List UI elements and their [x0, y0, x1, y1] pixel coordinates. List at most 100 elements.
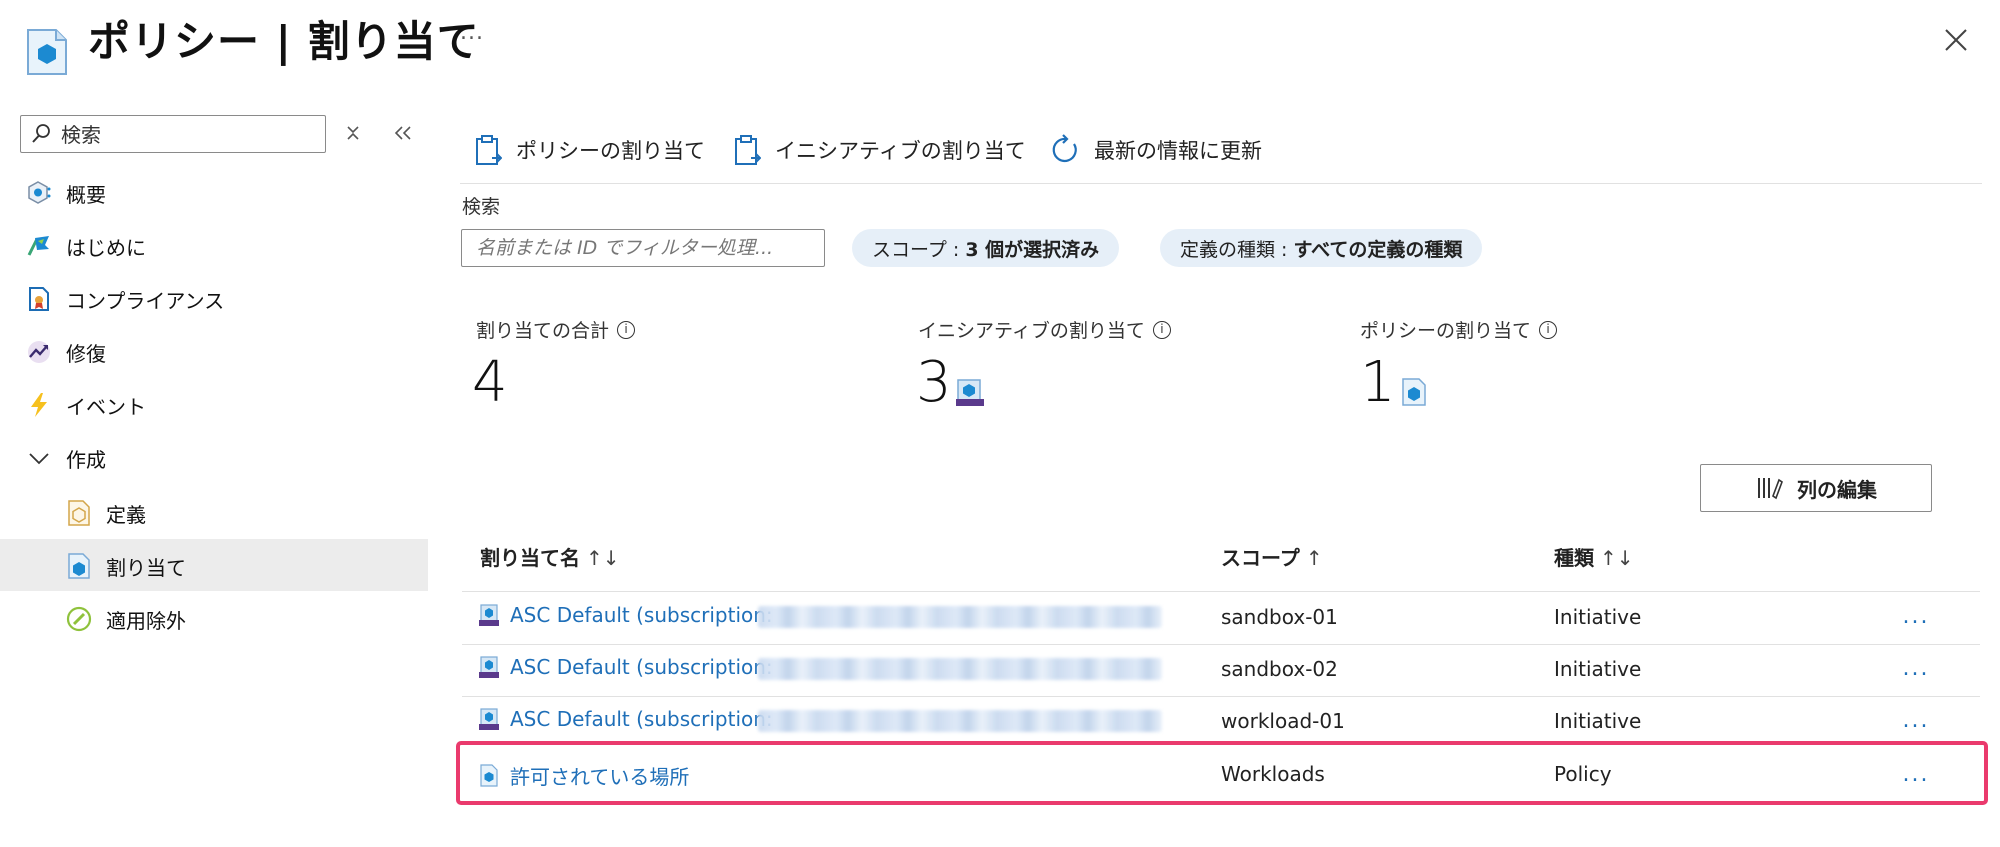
- sort-icon: ↑↓: [586, 546, 620, 570]
- total-assignments-text: 割り当ての合計: [476, 320, 610, 342]
- assignment-scope: sandbox-01: [1221, 605, 1338, 629]
- policy-assignments-value: 1: [1360, 350, 1396, 415]
- total-assignments-value: 4: [472, 350, 508, 415]
- row-more-button[interactable]: ...: [1898, 710, 1934, 736]
- clipboard-icon: [735, 135, 761, 165]
- edit-columns-button[interactable]: 列の編集: [1700, 464, 1932, 512]
- sort-ascending-icon: ↑: [1305, 546, 1323, 570]
- policy-icon: [480, 763, 498, 787]
- sidebar-item-label: 適用除外: [106, 609, 186, 633]
- sidebar-item-remediation[interactable]: 修復: [0, 325, 428, 377]
- getting-started-icon: [27, 236, 49, 256]
- info-icon[interactable]: i: [1152, 320, 1171, 339]
- initiative-icon: [956, 379, 984, 406]
- assignment-scope: workload-01: [1221, 709, 1345, 733]
- sidebar-item-compliance[interactable]: コンプライアンス: [0, 272, 428, 324]
- close-icon[interactable]: [1940, 24, 1972, 56]
- column-header-type[interactable]: 種類 ↑↓: [1554, 542, 1634, 571]
- initiative-icon: [479, 708, 499, 730]
- policy-icon: [1402, 378, 1426, 406]
- sidebar-item-label: 作成: [66, 448, 106, 472]
- definition-type-filter-pill[interactable]: 定義の種類 : すべての定義の種類: [1160, 229, 1483, 267]
- assignment-type: Initiative: [1554, 657, 1642, 681]
- assignment-name: 許可されている場所: [510, 765, 690, 789]
- assign-initiative-button[interactable]: イニシアティブの割り当て: [733, 130, 1026, 170]
- compliance-icon: [29, 287, 49, 311]
- table-row-name-link[interactable]: ASC Default (subscription:: [478, 655, 773, 679]
- definitions-icon: [68, 500, 90, 526]
- assign-initiative-label: イニシアティブの割り当て: [775, 139, 1026, 163]
- sidebar-item-exemptions[interactable]: 適用除外: [0, 592, 428, 644]
- assignment-type: Initiative: [1554, 709, 1642, 733]
- sidebar-item-label: イベント: [66, 395, 146, 419]
- remediation-icon: [28, 341, 50, 363]
- sidebar-item-getting-started[interactable]: はじめに: [0, 219, 428, 271]
- total-assignments-label: 割り当ての合計 i: [476, 316, 636, 343]
- page-title: ポリシー | 割り当て: [88, 17, 480, 66]
- filter-label: 検索: [462, 196, 501, 218]
- initiative-assignments-value: 3: [916, 350, 952, 415]
- clipboard-icon: [476, 135, 502, 165]
- table-divider: [462, 644, 1980, 645]
- overview-icon: [28, 181, 51, 204]
- redacted-subscription: [758, 606, 1162, 628]
- table-row-name-link[interactable]: 許可されている場所: [478, 761, 689, 790]
- exemptions-icon: [66, 606, 92, 632]
- edit-columns-icon: [1758, 478, 1783, 500]
- sidebar-item-label: 概要: [66, 183, 106, 207]
- sidebar-item-label: 割り当て: [106, 556, 186, 580]
- row-more-button[interactable]: ...: [1898, 606, 1934, 632]
- refresh-label: 最新の情報に更新: [1094, 139, 1262, 163]
- definition-type-filter-label: 定義の種類 :: [1180, 238, 1288, 261]
- assignment-scope: sandbox-02: [1221, 657, 1338, 681]
- sidebar-item-label: はじめに: [66, 236, 146, 260]
- policy-assignments-text: ポリシーの割り当て: [1360, 320, 1532, 342]
- filter-input[interactable]: [461, 229, 825, 267]
- table-row-name-link[interactable]: ASC Default (subscription:: [478, 603, 773, 627]
- info-icon[interactable]: i: [617, 320, 636, 339]
- initiative-assignments-text: イニシアティブの割り当て: [918, 320, 1145, 342]
- collapse-sidebar-icon[interactable]: [388, 118, 418, 148]
- redacted-subscription: [758, 658, 1162, 680]
- assignment-name: ASC Default (subscription:: [510, 707, 773, 731]
- assignment-type: Initiative: [1554, 605, 1642, 629]
- initiative-icon: [479, 656, 499, 678]
- scope-filter-value: 3 個が選択済み: [965, 238, 1100, 261]
- sidebar-item-assignments[interactable]: 割り当て: [0, 539, 428, 591]
- table-divider: [462, 591, 1980, 592]
- sidebar-search[interactable]: [20, 115, 326, 153]
- sidebar-item-overview[interactable]: 概要: [0, 166, 428, 218]
- refresh-button[interactable]: 最新の情報に更新: [1052, 130, 1262, 170]
- header-more-button[interactable]: ...: [460, 20, 484, 45]
- row-more-button[interactable]: ...: [1898, 658, 1934, 684]
- sidebar-search-input[interactable]: [59, 119, 313, 151]
- column-header-scope-text: スコープ: [1221, 546, 1300, 570]
- clear-search-icon[interactable]: [338, 118, 368, 148]
- initiative-assignments-label: イニシアティブの割り当て i: [918, 316, 1171, 343]
- info-icon[interactable]: i: [1539, 320, 1558, 339]
- policy-assignments-label: ポリシーの割り当て i: [1360, 316, 1558, 343]
- sidebar-group-authoring[interactable]: 作成: [0, 431, 428, 483]
- sidebar-item-definitions[interactable]: 定義: [0, 486, 428, 538]
- sort-icon: ↑↓: [1600, 546, 1634, 570]
- policy-page-icon: [27, 29, 67, 75]
- edit-columns-label: 列の編集: [1797, 477, 1877, 502]
- column-header-name-text: 割り当て名: [480, 546, 580, 570]
- redacted-subscription: [758, 710, 1162, 732]
- chevron-down-icon: [29, 453, 49, 465]
- column-header-scope[interactable]: スコープ ↑: [1221, 542, 1323, 571]
- assignment-type: Policy: [1554, 762, 1612, 786]
- assign-policy-button[interactable]: ポリシーの割り当て: [474, 130, 705, 170]
- scope-filter-pill[interactable]: スコープ : 3 個が選択済み: [852, 229, 1120, 267]
- search-icon: [32, 124, 50, 143]
- table-row-name-link[interactable]: ASC Default (subscription:: [478, 707, 773, 731]
- sidebar-item-label: 定義: [106, 503, 146, 527]
- toolbar-divider: [460, 183, 1982, 184]
- assignment-scope: Workloads: [1221, 762, 1325, 786]
- scope-filter-label: スコープ :: [872, 238, 960, 261]
- column-header-name[interactable]: 割り当て名 ↑↓: [480, 542, 620, 571]
- sidebar-item-events[interactable]: イベント: [0, 378, 428, 430]
- assignments-icon: [68, 553, 90, 579]
- events-icon: [31, 393, 47, 417]
- row-more-button[interactable]: ...: [1898, 764, 1934, 790]
